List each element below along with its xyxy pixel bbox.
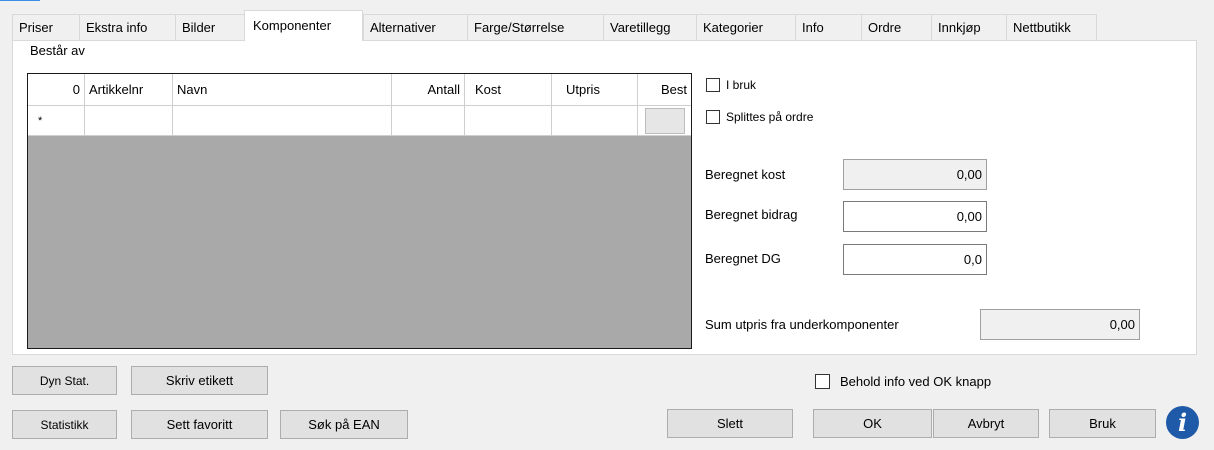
sum-subcomponents-label: Sum utpris fra underkomponenter [705, 317, 899, 332]
tab-priser[interactable]: Priser [12, 14, 79, 41]
cell-antall[interactable] [392, 106, 465, 135]
keep-info-checkbox[interactable] [815, 374, 830, 389]
column-header-antall[interactable]: Antall [392, 74, 465, 105]
in-use-label: I bruk [726, 78, 757, 92]
column-header-best[interactable]: Best [638, 74, 691, 105]
tab-varetillegg[interactable]: Varetillegg [603, 14, 696, 41]
split-on-order-checkbox[interactable] [706, 110, 720, 124]
calculated-cost-label: Beregnet kost [705, 167, 786, 182]
keep-info-option[interactable]: Behold info ved OK knapp [815, 374, 991, 389]
tab-nettbutikk[interactable]: Nettbutikk [1006, 14, 1097, 41]
cell-navn[interactable] [173, 106, 392, 135]
apply-button[interactable]: Bruk [1049, 409, 1156, 438]
in-use-option[interactable]: I bruk [706, 78, 756, 92]
column-header-kost[interactable]: Kost [465, 74, 552, 105]
tab-strip: Priser Ekstra info Bilder Komponenter Al… [12, 10, 1097, 41]
dyn-stat-button[interactable]: Dyn Stat. [12, 366, 117, 395]
components-panel: Består av 0 Artikkelnr Navn Antall Kost … [12, 40, 1197, 355]
cell-kost[interactable] [465, 106, 552, 135]
calculated-cost-field: 0,00 [843, 159, 987, 190]
cancel-button[interactable]: Avbryt [933, 409, 1039, 438]
info-icon[interactable]: i [1166, 406, 1199, 439]
tab-kategorier[interactable]: Kategorier [696, 14, 795, 41]
split-on-order-option[interactable]: Splittes på ordre [706, 110, 813, 124]
new-row-marker: * [28, 106, 85, 135]
best-cell-button[interactable] [644, 107, 685, 134]
cell-utpris[interactable] [552, 106, 638, 135]
tab-bilder[interactable]: Bilder [175, 14, 244, 41]
in-use-checkbox[interactable] [706, 78, 720, 92]
statistics-button[interactable]: Statistikk [12, 410, 117, 439]
column-header-artikkelnr[interactable]: Artikkelnr [85, 74, 173, 105]
top-link-accent [0, 0, 40, 5]
print-label-button[interactable]: Skriv etikett [131, 366, 268, 395]
tab-innkjop[interactable]: Innkjøp [931, 14, 1006, 41]
ok-button[interactable]: OK [813, 409, 932, 438]
cell-best [638, 106, 691, 135]
tab-alternativer[interactable]: Alternativer [363, 14, 467, 41]
split-on-order-label: Splittes på ordre [726, 110, 814, 124]
delete-button[interactable]: Slett [667, 409, 793, 438]
column-header-navn[interactable]: Navn [173, 74, 392, 105]
set-favorite-button[interactable]: Sett favoritt [131, 410, 268, 439]
sum-subcomponents-field: 0,00 [980, 309, 1140, 340]
calculated-dg-label: Beregnet DG [705, 251, 781, 266]
search-ean-button[interactable]: Søk på EAN [280, 410, 408, 439]
calculated-contribution-field[interactable]: 0,00 [843, 201, 987, 232]
column-header-count[interactable]: 0 [28, 74, 85, 105]
new-row[interactable]: * [28, 106, 691, 136]
tab-komponenter[interactable]: Komponenter [244, 10, 363, 41]
calculated-dg-field[interactable]: 0,0 [843, 244, 987, 275]
tab-ordre[interactable]: Ordre [861, 14, 931, 41]
tab-info[interactable]: Info [795, 14, 861, 41]
tab-farge-storrelse[interactable]: Farge/Størrelse [467, 14, 603, 41]
components-grid[interactable]: 0 Artikkelnr Navn Antall Kost Utpris Bes… [27, 73, 692, 349]
column-header-utpris[interactable]: Utpris [552, 74, 638, 105]
calculated-contribution-label: Beregnet bidrag [705, 207, 798, 222]
grid-header: 0 Artikkelnr Navn Antall Kost Utpris Bes… [28, 74, 691, 106]
keep-info-label: Behold info ved OK knapp [840, 374, 992, 389]
tab-ekstra-info[interactable]: Ekstra info [79, 14, 175, 41]
cell-artikkelnr[interactable] [85, 106, 173, 135]
consists-of-label: Består av [30, 43, 85, 58]
